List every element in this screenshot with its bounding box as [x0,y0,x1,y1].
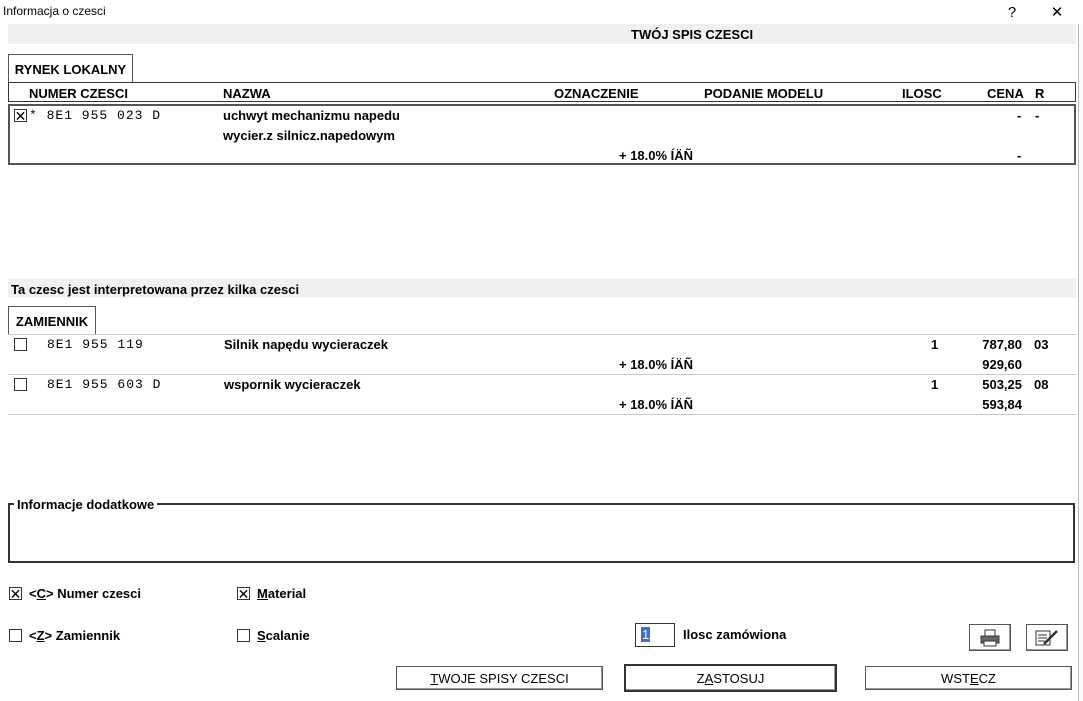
quantity-label: Ilosc zamówiona [683,627,787,642]
interpretation-note: Ta czesc jest interpretowana przez kilka… [11,282,300,297]
replacement-qty-2: 1 [931,377,939,392]
replacement-vat-2: + 18.0% ÍÄÑ [619,397,694,412]
apply-button[interactable]: Z A STOSUJ [624,664,837,692]
button-text: CZ [978,670,996,686]
material-option-label[interactable]: Material [257,586,306,601]
main-part-vat: + 18.0% ÍÄÑ [619,148,694,163]
col-number[interactable]: NUMER CZESCI [29,86,128,101]
replacement-checkbox-2[interactable] [14,378,27,391]
option-hotkey: Z [36,628,45,643]
col-price[interactable]: CENA [987,86,1024,101]
main-part-checkbox[interactable]: ✕ [14,109,27,123]
replacement-option-label[interactable]: <Z> Zamiennik [29,628,120,643]
col-model[interactable]: PODANIE MODELU [704,86,823,101]
edit-list-icon [1035,629,1058,645]
tab-local-market[interactable]: RYNEK LOKALNY [8,54,133,83]
replacement-name-1: Silnik napędu wycieraczek [224,337,389,352]
main-part-row[interactable] [8,104,1076,165]
option-text: > Zamiennik [44,628,121,643]
option-text: > Numer czesci [45,586,142,601]
replacement-vat-1: + 18.0% ÍÄÑ [619,357,694,372]
replacement-option-checkbox[interactable] [9,629,22,642]
back-button[interactable]: WST E CZ [865,666,1072,690]
edit-button[interactable] [1026,624,1068,651]
option-prefix: < [29,628,37,643]
replacement-price-1: 787,80 [982,337,1022,352]
button-hotkey: E [969,670,979,686]
replacement-number-1: 8E1 955 119 [47,337,144,352]
window-title: Informacja o czesci [3,4,106,18]
main-part-number: * 8E1 955 023 D [29,108,162,123]
background-window-edge [1078,24,1083,701]
replacement-name-2: wspornik wycieraczek [224,377,361,392]
option-text: aterial [267,586,307,601]
option-hotkey: M [257,586,268,601]
replacement-checkbox-1[interactable] [14,338,27,351]
main-part-price: - [1017,108,1022,123]
help-button[interactable]: ? [989,0,1035,24]
tab-replacement[interactable]: ZAMIENNIK [8,306,96,335]
print-button[interactable] [969,624,1011,651]
main-part-name-line1: uchwyt mechanizmu napedu [223,108,400,123]
merge-checkbox[interactable] [237,629,250,642]
col-designation[interactable]: OZNACZENIE [554,86,639,101]
replacement-price-gross-1: 929,60 [982,357,1022,372]
material-checkbox[interactable]: ✕ [237,587,250,601]
quantity-input[interactable]: 1 [635,623,675,647]
option-text: calanie [265,628,310,643]
button-text: STOSUJ [713,670,765,686]
button-text: Z [696,670,705,686]
button-hotkey: T [430,670,439,686]
replacement-price-gross-2: 593,84 [982,397,1022,412]
col-qty[interactable]: ILOSC [902,86,942,101]
merge-option-label[interactable]: Scalanie [257,628,310,643]
header-band [8,24,1076,44]
part-number-option-label[interactable]: <C> Numer czesci [29,586,141,601]
col-name[interactable]: NAZWA [223,86,271,101]
button-hotkey: A [704,670,714,686]
close-icon[interactable]: ✕ [1034,0,1080,24]
col-r[interactable]: R [1035,86,1044,101]
option-hotkey: S [257,628,266,643]
divider [8,334,1076,335]
replacement-price-2: 503,25 [982,377,1022,392]
parts-lists-button[interactable]: T WOJE SPISY CZESCI [396,666,603,690]
row-divider [8,414,1076,415]
row-divider [8,374,1076,375]
main-part-name-line2: wycier.z silnicz.napedowym [223,128,395,143]
button-text: WOJE SPISY CZESCI [438,670,569,686]
additional-info-label: Informacje dodatkowe [14,497,158,512]
part-number-checkbox[interactable]: ✕ [9,587,22,601]
replacement-qty-1: 1 [931,337,939,352]
main-part-price-gross: - [1017,148,1022,163]
replacement-number-2: 8E1 955 603 D [47,377,162,392]
quantity-value: 1 [641,627,651,642]
title-bar: Informacja o czesci ? ✕ [0,0,1083,24]
main-part-r: - [1035,108,1040,123]
replacement-r-1: 03 [1034,337,1049,352]
page-title: TWÓJ SPIS CZESCI [631,27,754,42]
additional-info-box[interactable] [8,503,1075,563]
option-hotkey: C [36,586,46,601]
option-prefix: < [29,586,37,601]
button-text: WST [941,670,970,686]
replacement-r-2: 08 [1034,377,1049,392]
printer-icon [980,629,1000,646]
